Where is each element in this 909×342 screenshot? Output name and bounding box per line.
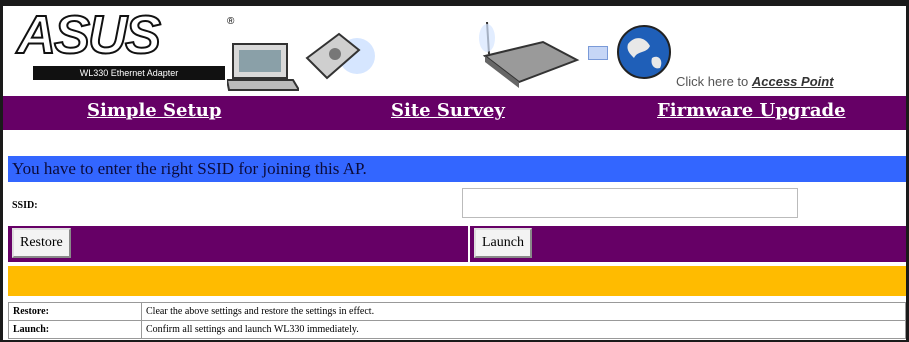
nav-site-survey[interactable]: Site Survey bbox=[391, 100, 505, 121]
adapter-label: WL330 Ethernet Adapter bbox=[33, 66, 225, 80]
button-bar-divider bbox=[468, 226, 470, 262]
access-point-link[interactable]: Click here to Access Point bbox=[676, 74, 834, 89]
help-desc-restore: Clear the above settings and restore the… bbox=[141, 302, 906, 321]
table-row: Launch: Confirm all settings and launch … bbox=[8, 320, 906, 339]
help-key-restore: Restore: bbox=[8, 302, 142, 321]
registered-mark: ® bbox=[227, 16, 235, 27]
ssid-label: SSID: bbox=[12, 200, 38, 211]
pc-card-icon bbox=[305, 32, 375, 80]
laptop-icon bbox=[227, 43, 299, 91]
launch-button[interactable]: Launch bbox=[474, 228, 532, 258]
header-banner: ASUS ® WL330 Ethernet Adapter Click here… bbox=[3, 4, 906, 96]
status-bar bbox=[8, 266, 906, 296]
help-key-launch: Launch: bbox=[8, 320, 142, 339]
restore-button[interactable]: Restore bbox=[12, 228, 71, 258]
network-link-icon bbox=[588, 46, 608, 60]
router-icon bbox=[479, 21, 580, 88]
nav-simple-setup[interactable]: Simple Setup bbox=[87, 100, 221, 121]
asus-logo: ASUS ® WL330 Ethernet Adapter bbox=[15, 4, 235, 82]
help-table: Restore: Clear the above settings and re… bbox=[8, 302, 906, 339]
instruction-message: You have to enter the right SSID for joi… bbox=[8, 156, 906, 182]
logo-text: ASUS bbox=[16, 4, 162, 66]
table-row: Restore: Clear the above settings and re… bbox=[8, 302, 906, 321]
nav-firmware-upgrade[interactable]: Firmware Upgrade bbox=[657, 100, 846, 121]
ap-link-text[interactable]: Access Point bbox=[752, 74, 834, 89]
ap-link-prefix: Click here to bbox=[676, 74, 752, 89]
button-bar: Restore Launch bbox=[8, 226, 906, 262]
top-nav: Simple Setup Site Survey Firmware Upgrad… bbox=[3, 96, 906, 130]
ssid-input[interactable] bbox=[462, 188, 798, 218]
globe-icon bbox=[617, 25, 671, 79]
help-desc-launch: Confirm all settings and launch WL330 im… bbox=[141, 320, 906, 339]
